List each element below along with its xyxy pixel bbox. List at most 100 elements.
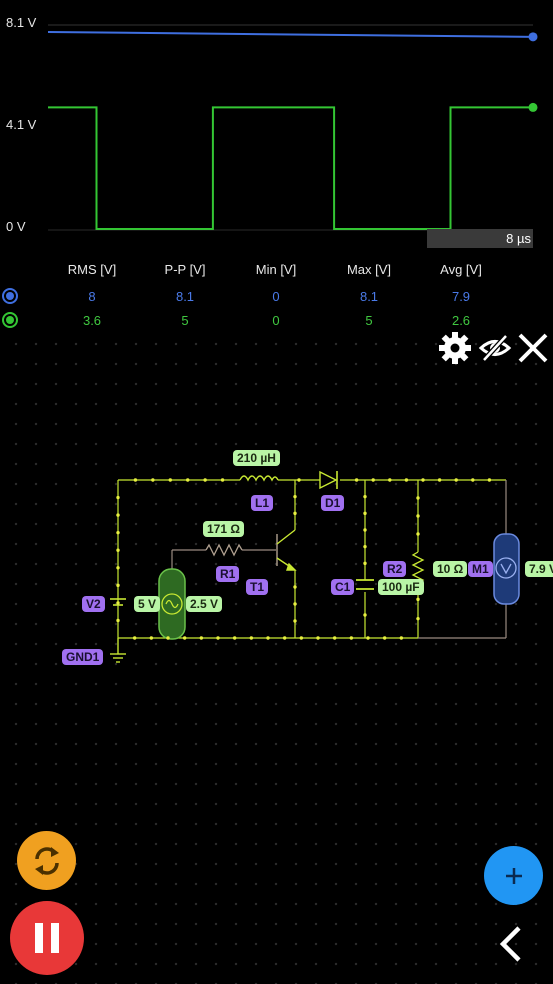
current-dot (293, 619, 297, 623)
refresh-icon (34, 846, 59, 875)
current-dot (316, 636, 320, 640)
current-dot (220, 478, 225, 482)
current-dot (454, 478, 458, 482)
current-dot (416, 514, 420, 518)
current-dot (363, 561, 367, 566)
current-dot (168, 478, 172, 482)
series-2-avg: 2.6 (451, 313, 471, 328)
current-dot (216, 636, 220, 640)
series-1-rms: 8 (88, 289, 96, 304)
series-2-radio[interactable] (2, 312, 18, 328)
current-dot (421, 478, 425, 482)
current-dot (416, 597, 420, 602)
circuit-canvas[interactable]: 210 µH L1 D1 171 Ω R1 T1 C1 100 µF R2 10… (0, 330, 553, 984)
resistor-symbol[interactable] (205, 543, 243, 557)
current-dot (116, 495, 120, 500)
back-button[interactable] (490, 922, 530, 966)
current-dot (293, 585, 297, 589)
current-dot (116, 548, 120, 552)
plus-icon (505, 867, 522, 884)
current-dot (416, 532, 420, 536)
current-dot (293, 511, 297, 516)
current-dot (166, 636, 170, 640)
chevron-left-icon (499, 926, 521, 962)
current-dot (404, 478, 409, 482)
current-dot (249, 636, 254, 640)
series-2-rms: 3.6 (82, 313, 102, 328)
current-dot (363, 528, 367, 532)
series-1-avg: 7.9 (451, 289, 471, 304)
current-dot (363, 544, 367, 549)
series-2-pp: 5 (181, 313, 189, 328)
series-1-min: 0 (272, 289, 280, 304)
current-dot (399, 636, 404, 640)
series-1-radio[interactable] (2, 288, 18, 304)
voltmeter-symbol[interactable] (493, 533, 520, 605)
t1-name-label[interactable]: T1 (246, 579, 269, 595)
current-dot (382, 636, 387, 640)
inductor-symbol[interactable] (239, 475, 279, 482)
refresh-button[interactable] (17, 831, 76, 890)
current-dot (299, 636, 304, 640)
current-dot (282, 636, 287, 640)
r2-name-label[interactable]: R2 (383, 561, 407, 577)
r1-name-label[interactable]: R1 (216, 566, 240, 582)
d1-name-label[interactable]: D1 (321, 495, 345, 511)
diode-symbol[interactable] (319, 470, 338, 490)
current-dot (297, 478, 301, 482)
series-1-max: 8.1 (359, 289, 379, 304)
current-dot (132, 636, 137, 640)
oscilloscope-panel: 8.1 V 4.1 V 0 V 8 µs RMS [V] P-P [V] Min… (0, 0, 553, 330)
add-component-button[interactable] (484, 846, 543, 905)
gnd-name-label[interactable]: GND1 (62, 649, 104, 665)
current-dot (203, 478, 207, 482)
series-1-line (47, 31, 534, 38)
current-dot (199, 636, 204, 640)
transistor-symbol[interactable] (276, 529, 297, 571)
series-2-max: 5 (365, 313, 373, 328)
current-dot (349, 636, 354, 640)
current-dot (363, 494, 367, 499)
current-dot (416, 616, 420, 621)
l1-value-label[interactable]: 210 µH (233, 450, 280, 466)
series-2-line (48, 106, 533, 230)
current-dot (366, 636, 370, 640)
current-dot (332, 636, 337, 640)
current-dot (232, 636, 237, 640)
capacitor-symbol[interactable] (356, 579, 374, 590)
current-dot (116, 566, 120, 570)
current-dot (151, 478, 155, 482)
series-1-cursor-dot[interactable] (528, 32, 538, 42)
r1-value-label[interactable]: 171 Ω (203, 521, 244, 537)
ac-source-symbol[interactable] (158, 568, 186, 640)
l1-name-label[interactable]: L1 (251, 495, 274, 511)
current-dot (116, 530, 120, 535)
current-dot (371, 478, 375, 482)
c1-name-label[interactable]: C1 (331, 579, 355, 595)
series-2-cursor-dot[interactable] (528, 102, 538, 112)
series-1-pp: 8.1 (175, 289, 195, 304)
current-dot (149, 636, 154, 640)
v2-name-label[interactable]: V2 (82, 596, 105, 612)
pause-button[interactable] (10, 901, 84, 975)
current-dot (487, 478, 492, 482)
v2-dc-label[interactable]: 5 V (134, 596, 161, 612)
current-dot (116, 583, 120, 588)
r2-value-label[interactable]: 10 Ω (433, 561, 468, 577)
current-dot (416, 496, 420, 500)
current-dot (363, 613, 367, 617)
current-dot (388, 478, 392, 482)
current-dot (293, 602, 297, 606)
c1-value-label[interactable]: 100 µF (378, 579, 424, 595)
current-dot (182, 636, 187, 640)
m1-name-label[interactable]: M1 (468, 561, 493, 577)
m1-value-label[interactable]: 7.9 V (525, 561, 553, 577)
oscilloscope-graph[interactable] (0, 0, 553, 262)
v2-ac-label[interactable]: 2.5 V (186, 596, 223, 612)
ground-symbol[interactable] (110, 638, 126, 663)
current-dot (437, 478, 442, 482)
current-dot (354, 478, 359, 482)
current-dot (186, 478, 190, 482)
stats-header-pp: P-P [V] (164, 262, 206, 277)
time-scale-label: 8 µs (427, 229, 533, 248)
